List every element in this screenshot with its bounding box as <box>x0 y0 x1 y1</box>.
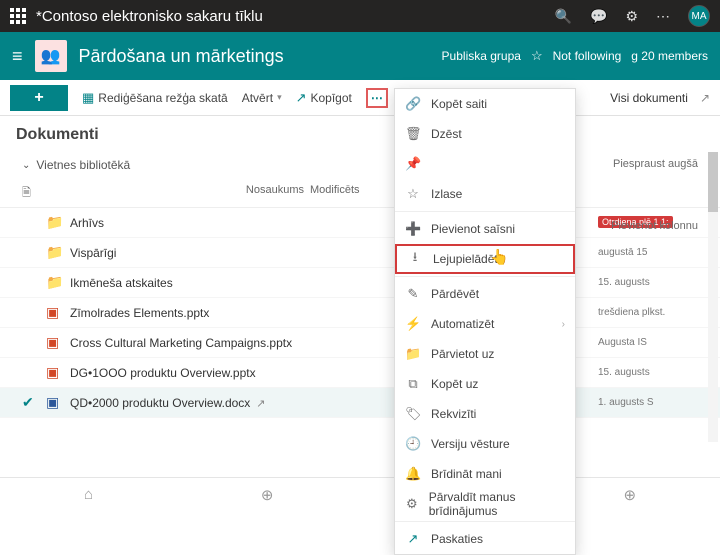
menu-add-shortcut[interactable]: ➕Pievienot saīsni <box>395 214 575 244</box>
col-type-icon[interactable]: 🗎 <box>22 184 70 203</box>
file-row[interactable]: ▣Cross Cultural Marketing Campaigns.pptx… <box>0 328 720 358</box>
new-button[interactable]: + <box>10 85 68 111</box>
settings-icon[interactable]: ⚙ <box>625 8 638 25</box>
pptx-icon: ▣ <box>46 304 70 321</box>
menu-rename[interactable]: ✎Pārdēvēt <box>395 279 575 309</box>
file-row[interactable]: ▣Zīmolrades Elements.pptxtrešdiena plkst… <box>0 298 720 328</box>
command-bar: + ▦Rediģēšana režģa skatā Atvērt▾ ↗Kopīg… <box>0 80 720 116</box>
chat-icon[interactable]: 💬 <box>590 8 607 25</box>
move-icon: 📁 <box>405 346 421 362</box>
preview-icon: ↗ <box>405 531 421 547</box>
file-modified: 15. augusts <box>598 277 698 288</box>
menu-version-history[interactable]: 🕘Versiju vēsture <box>395 429 575 459</box>
menu-manage-alerts[interactable]: ⚙Pārvaldīt manus brīdinājumus <box>395 489 575 519</box>
library-breadcrumb[interactable]: ⌄Vietnes bibliotēkā <box>0 154 720 176</box>
properties-icon: 🏷 <box>405 406 421 422</box>
suite-bar: *Contoso elektronisko sakaru tīklu 🔍 💬 ⚙… <box>0 0 720 32</box>
share-button[interactable]: ↗Kopīgot <box>296 90 352 106</box>
menu-preview[interactable]: ↗Paskaties <box>395 524 575 554</box>
manage-alerts-icon: ⚙ <box>405 496 419 512</box>
file-row[interactable]: ▣DG•1OOO produktu Overview.pptx15. augus… <box>0 358 720 388</box>
pin-icon: 📌 <box>405 156 421 172</box>
members-label[interactable]: g 20 members <box>631 49 708 63</box>
bell-icon: 🔔 <box>405 466 421 482</box>
folder-icon: 📁 <box>46 244 70 261</box>
shortcut-icon: ➕ <box>405 221 421 237</box>
cursor-pointer-icon: 👆 <box>490 248 509 266</box>
nav-add-icon[interactable]: ⊕ <box>623 486 636 504</box>
nav-globe-icon[interactable]: ⊕ <box>261 486 274 504</box>
history-icon: 🕘 <box>405 436 421 452</box>
rename-icon: ✎ <box>405 286 421 302</box>
pptx-icon: ▣ <box>46 364 70 381</box>
download-icon: ⭳ <box>407 248 423 270</box>
nav-home-icon[interactable]: ⌂ <box>84 486 93 503</box>
trash-icon: 🗑 <box>405 126 421 142</box>
file-row[interactable]: ✔▣QD•2000 produktu Overview.docx↗1. augu… <box>0 388 720 418</box>
menu-favorite[interactable]: ☆Izlase <box>395 179 575 209</box>
follow-label[interactable]: Not following <box>553 49 622 63</box>
grid-icon: ▦ <box>82 90 94 106</box>
star-icon: ☆ <box>405 186 421 202</box>
chevron-right-icon: › <box>562 319 565 330</box>
bottom-nav: ⌂ ⊕ ▭ ⊕ <box>0 477 720 511</box>
folder-icon: 📁 <box>46 274 70 291</box>
suite-title: *Contoso elektronisko sakaru tīklu <box>36 8 555 25</box>
file-modified: 15. augusts <box>598 367 698 378</box>
library-title: Dokumenti <box>0 116 720 154</box>
scrollbar-thumb[interactable] <box>708 152 718 212</box>
file-modified: augustā 15 <box>598 247 698 258</box>
nav-menu-icon[interactable]: ≡ <box>12 46 23 67</box>
context-menu: 🔗Kopēt saiti 🗑Dzēst 📌 ☆Izlase ➕Pievienot… <box>394 88 576 555</box>
menu-copy-link[interactable]: 🔗Kopēt saiti <box>395 89 575 119</box>
file-row[interactable]: 📁Vispārīgiaugustā 15 <box>0 238 720 268</box>
share-icon: ↗ <box>296 90 307 106</box>
group-type-label: Publiska grupa <box>442 49 521 63</box>
link-icon: 🔗 <box>405 96 421 112</box>
menu-automate[interactable]: ⚡Automatizēt› <box>395 309 575 339</box>
menu-download[interactable]: ⭳Lejupielādēt <box>395 244 575 274</box>
expand-icon[interactable]: ↗ <box>700 91 710 105</box>
share-inline-icon[interactable]: ↗ <box>256 398 265 410</box>
menu-delete[interactable]: 🗑Dzēst <box>395 119 575 149</box>
file-list: 📁ArhīvsOtrdiena plē 1 1:📁Vispārīgiaugust… <box>0 208 720 418</box>
file-row[interactable]: 📁Ikmēneša atskaites15. augusts <box>0 268 720 298</box>
column-headers: 🗎 Nosaukums Modificēts <box>0 176 720 208</box>
app-launcher-icon[interactable] <box>10 8 26 24</box>
file-modified: Augusta IS <box>598 337 698 348</box>
view-selector[interactable]: Visi dokumenti <box>610 91 688 105</box>
pin-action[interactable]: Piespraust augšā <box>613 158 698 170</box>
site-header: ≡ 👥 Pārdošana un mārketings Publiska gru… <box>0 32 720 80</box>
edit-grid-button[interactable]: ▦Rediģēšana režģa skatā <box>82 90 228 106</box>
menu-copy-to[interactable]: ⧉Kopēt uz <box>395 369 575 399</box>
menu-properties[interactable]: 🏷Rekvizīti <box>395 399 575 429</box>
file-modified: trešdiena plkst. <box>598 307 698 318</box>
open-button[interactable]: Atvērt▾ <box>242 91 282 105</box>
site-logo[interactable]: 👥 <box>35 40 67 72</box>
copy-icon: ⧉ <box>405 376 421 392</box>
search-icon[interactable]: 🔍 <box>555 8 572 25</box>
menu-alert-me[interactable]: 🔔Brīdināt mani <box>395 459 575 489</box>
col-name[interactable]: Nosaukums <box>70 184 310 203</box>
col-modified[interactable]: Modificēts <box>310 184 390 203</box>
docx-icon: ▣ <box>46 394 70 411</box>
user-avatar[interactable]: MA <box>688 5 710 27</box>
menu-pin[interactable]: 📌 <box>395 149 575 179</box>
command-more-button[interactable]: ⋯ <box>366 88 388 108</box>
file-modified: 1. augusts S <box>598 397 698 408</box>
menu-move-to[interactable]: 📁Pārvietot uz <box>395 339 575 369</box>
add-column[interactable]: Pievienot kolonnu <box>611 220 698 232</box>
more-icon[interactable]: ⋯ <box>656 8 670 25</box>
site-title[interactable]: Pārdošana un mārketings <box>79 46 430 67</box>
flow-icon: ⚡ <box>405 316 421 332</box>
follow-star-icon[interactable]: ☆ <box>531 48 543 64</box>
folder-icon: 📁 <box>46 214 70 231</box>
pptx-icon: ▣ <box>46 334 70 351</box>
